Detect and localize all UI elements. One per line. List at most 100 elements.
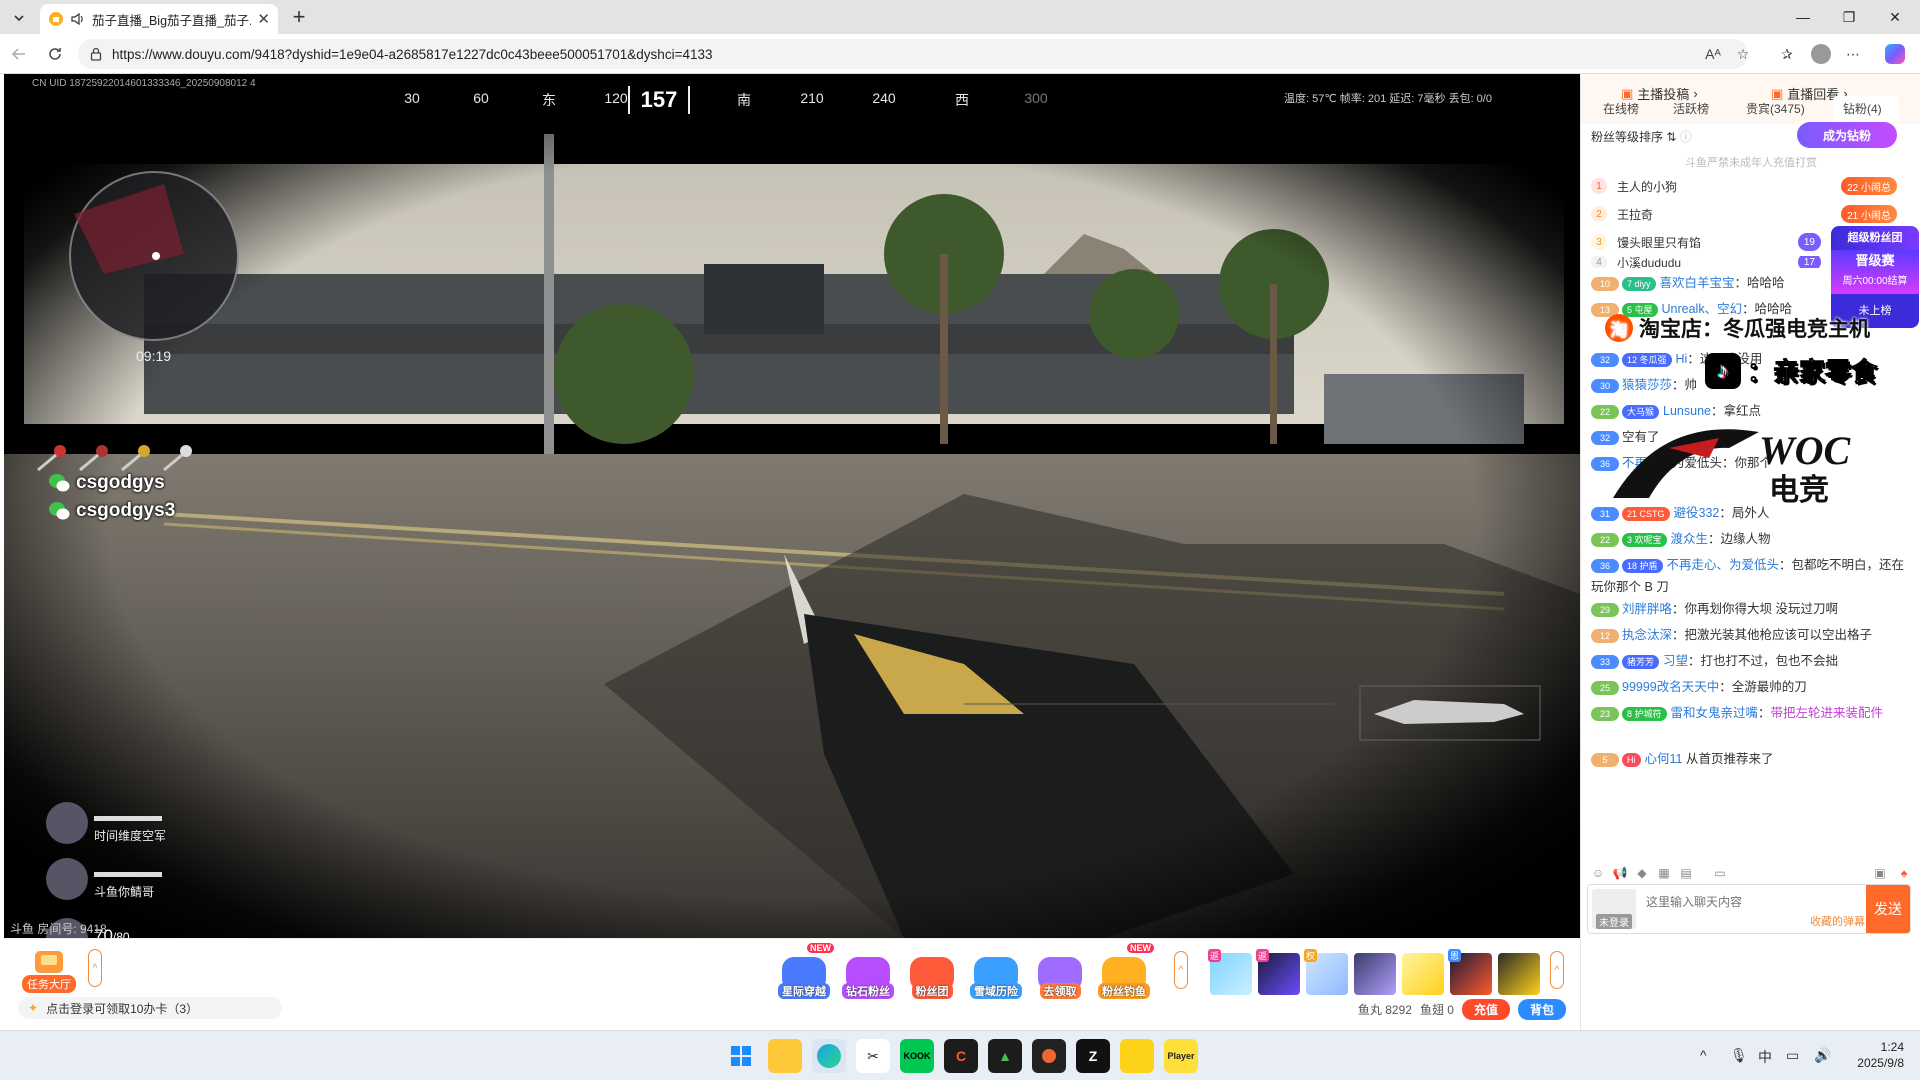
app-c-icon[interactable]: C (944, 1039, 978, 1073)
more-menu-icon[interactable]: ⋯ (1840, 42, 1866, 66)
chat-nick[interactable]: Hi (1676, 352, 1688, 366)
backpack-button[interactable]: 背包 (1517, 999, 1566, 1020)
gift-item[interactable]: 返 (1256, 949, 1300, 995)
profile-avatar[interactable] (1808, 42, 1834, 66)
chat-nick[interactable]: 雷和女鬼亲过嘴 (1671, 706, 1759, 720)
chat-nick[interactable]: 习望 (1663, 654, 1688, 668)
lock-icon[interactable] (89, 47, 103, 61)
network-icon[interactable]: ▭ (1786, 1047, 1799, 1064)
capcut-icon[interactable]: ✂ (856, 1039, 890, 1073)
expand-left-button[interactable]: ^ (88, 949, 102, 987)
app-dots-icon[interactable] (1032, 1039, 1066, 1073)
video-player[interactable]: CN UID 18725922014601333346_20250908012 … (4, 74, 1580, 938)
player-app-icon[interactable]: Player (1164, 1039, 1198, 1073)
screenshot-icon[interactable]: ▣ (1871, 864, 1889, 882)
tab-diamond-fans[interactable]: 钻粉(4) (1843, 100, 1882, 117)
send-button[interactable]: 发送 (1866, 885, 1910, 933)
speaker-icon[interactable] (70, 11, 86, 27)
chat-input[interactable] (1646, 891, 1826, 913)
chat-nick[interactable]: 99999改名天天中 (1622, 680, 1719, 694)
chat-message[interactable]: 29 刘胖胖咯：你再划你得大坝 没玩过刀啊 (1591, 598, 1911, 620)
microphone-icon[interactable]: 🎙 (1730, 1047, 1748, 1064)
gift-item[interactable] (1402, 953, 1444, 995)
gift-item[interactable] (1498, 953, 1540, 995)
expand-gifts-button[interactable]: ^ (1550, 951, 1564, 989)
chat-message[interactable]: 22 3 欢呢宝 渡众生：边缘人物 (1591, 528, 1911, 550)
rank-row[interactable]: 1 主人的小狗 22 小闹总 (1591, 172, 1911, 200)
app-z-icon[interactable]: Z (1076, 1039, 1110, 1073)
gift-item[interactable]: 恩 (1448, 949, 1492, 995)
chat-nick[interactable]: 心何11 (1645, 752, 1683, 766)
gift-box-icon[interactable]: ♠ (1895, 864, 1913, 882)
minimize-button[interactable]: — (1780, 0, 1826, 34)
horn-icon[interactable]: 📢 (1611, 864, 1629, 882)
activity-claim[interactable]: 去领取 (1030, 943, 1090, 999)
login-tip[interactable]: ✦ 点击登录可领取10办卡（3） (18, 997, 282, 1019)
gift-item[interactable]: 权 (1304, 949, 1348, 995)
key-items (34, 444, 194, 472)
collected-danmu-link[interactable]: 收藏的弹幕 (1810, 913, 1865, 929)
tab-active-rank[interactable]: 活跃榜 (1673, 100, 1709, 117)
tab-vip[interactable]: 贵宾(3475) (1746, 100, 1805, 117)
tray-chevron-up-icon[interactable]: ^ (1700, 1047, 1707, 1063)
badge-icon[interactable]: ◆ (1633, 864, 1651, 882)
back-button[interactable] (6, 42, 32, 66)
activity-diamond-fan[interactable]: 钻石粉丝 (838, 943, 898, 999)
ime-indicator[interactable]: 中 (1758, 1047, 1772, 1067)
chat-message[interactable]: 23 8 护城符 雷和女鬼亲过嘴：带把左轮进来装配件 (1591, 702, 1911, 724)
chat-message[interactable]: 5 Hi 心何11 从首页推荐来了 (1591, 748, 1911, 770)
favorites-icon[interactable]: ✰ (1774, 42, 1800, 66)
recharge-button[interactable]: 充值 (1461, 999, 1510, 1020)
activity-snow[interactable]: 雪域历险 (966, 943, 1026, 999)
close-window-button[interactable]: ✕ (1872, 0, 1918, 34)
chat-message[interactable]: 12 执念汰深：把激光装其他枪应该可以空出格子 (1591, 624, 1911, 646)
activity-fishing[interactable]: NEW 粉丝钓鱼 (1094, 943, 1154, 999)
chat-nick[interactable]: 渡众生 (1671, 532, 1709, 546)
chat-nick[interactable]: 刘胖胖咯 (1622, 602, 1672, 616)
activity-fan-club[interactable]: 粉丝团 (902, 943, 962, 999)
system-clock[interactable]: 1:24 2025/9/8 (1857, 1039, 1904, 1071)
chat-message[interactable]: 33 猪芳芳 习望：打也打不过，包也不会拙 (1591, 650, 1911, 672)
tab-online-rank[interactable]: 在线榜 (1603, 100, 1639, 117)
edge-browser-icon[interactable] (812, 1039, 846, 1073)
tab-actions-menu-button[interactable] (6, 6, 32, 30)
rank-row[interactable]: 2 王拉奇 21 小闹总 (1591, 200, 1911, 228)
copilot-icon[interactable] (1882, 42, 1908, 66)
style-icon[interactable]: ▦ (1655, 864, 1673, 882)
browser-tab[interactable]: 茄子直播_Big茄子直播_茄子... ✕ (40, 4, 278, 34)
help-icon[interactable]: ⓘ (1680, 130, 1692, 144)
color-icon[interactable]: ▤ (1677, 864, 1695, 882)
unlogged-avatar[interactable]: 未登录 (1592, 889, 1636, 929)
become-diamond-fan-button[interactable]: 成为钻粉 (1797, 122, 1897, 148)
chat-message[interactable]: 25 99999改名天天中：全游最帅的刀 (1591, 676, 1911, 698)
app-delta-icon[interactable]: ▲ (988, 1039, 1022, 1073)
expand-activities-button[interactable]: ^ (1174, 951, 1188, 989)
fan-sort-toggle[interactable]: 粉丝等级排序 ⇅ ⓘ (1591, 128, 1692, 145)
gift-item[interactable] (1354, 953, 1396, 995)
hd-icon[interactable]: ▭ (1703, 864, 1737, 882)
kook-icon[interactable]: KOOK (900, 1039, 934, 1073)
task-hall-button[interactable]: 任务大厅 (18, 945, 80, 993)
volume-icon[interactable]: 🔊 (1814, 1047, 1831, 1064)
chat-nick[interactable]: Lunsune (1663, 404, 1711, 418)
chat-message[interactable]: 36 18 护盾 不再走心、为爱低头：包都吃不明白，还在玩你那个 B 刀 (1591, 554, 1911, 598)
restore-button[interactable]: ❐ (1826, 0, 1872, 34)
chat-nick[interactable]: 猿猿莎莎 (1622, 378, 1672, 392)
activity-xingji[interactable]: NEW 星际穿越 (774, 943, 834, 999)
gift-item[interactable]: 返 (1208, 949, 1252, 995)
chat-message[interactable]: 10 7 diyy 喜欢白羊宝宝：哈哈哈 (1591, 272, 1911, 294)
new-tab-button[interactable]: + (286, 4, 312, 29)
start-button[interactable] (724, 1039, 758, 1073)
refresh-button[interactable] (42, 42, 68, 66)
chat-nick[interactable]: 喜欢白羊宝宝 (1660, 276, 1735, 290)
read-aloud-icon[interactable]: Aᴬ (1700, 42, 1726, 66)
chat-nick[interactable]: 不再走心、为爱低头 (1667, 558, 1780, 572)
emoji-icon[interactable]: ☺ (1589, 864, 1607, 882)
app-gem-icon[interactable] (1120, 1039, 1154, 1073)
file-explorer-icon[interactable] (768, 1039, 802, 1073)
tab-close-icon[interactable]: ✕ (257, 10, 270, 28)
url-field[interactable]: https://www.douyu.com/9418?dyshid=1e9e04… (78, 39, 1748, 69)
favorite-star-icon[interactable]: ☆ (1730, 42, 1756, 66)
chat-nick[interactable]: 避役332 (1674, 506, 1720, 520)
chat-nick[interactable]: 执念汰深 (1622, 628, 1672, 642)
